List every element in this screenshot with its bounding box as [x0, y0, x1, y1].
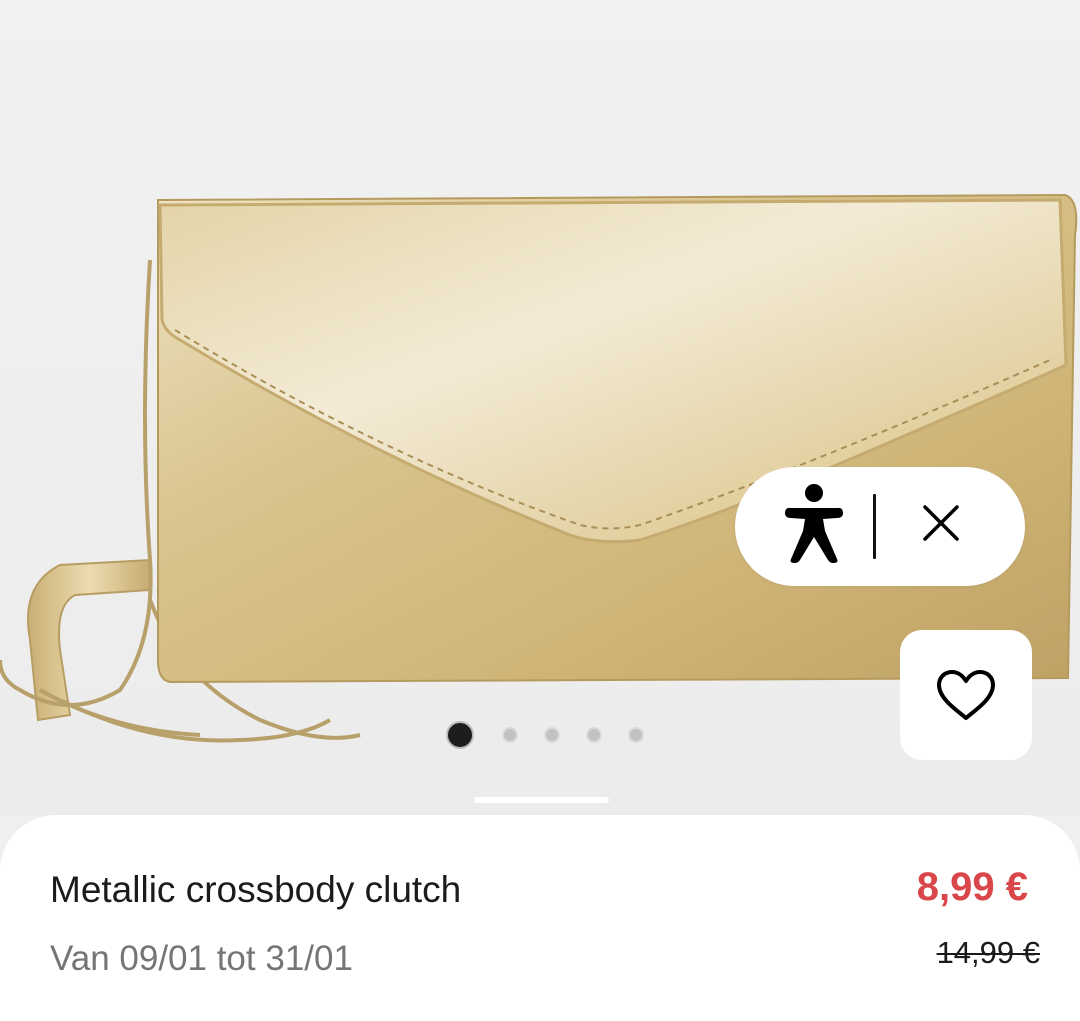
close-icon[interactable] [921, 503, 961, 543]
carousel-dot[interactable] [628, 727, 644, 743]
sheet-drag-handle[interactable] [474, 797, 609, 803]
accessibility-person-icon[interactable] [783, 483, 845, 563]
carousel-dot[interactable] [586, 727, 602, 743]
availability-dates: Van 09/01 tot 31/01 [50, 939, 353, 978]
pill-divider [873, 494, 876, 559]
accessibility-widget [735, 467, 1025, 586]
original-price: 14,99 € [936, 935, 1040, 970]
heart-outline-icon [937, 670, 995, 720]
carousel-dot-active[interactable] [446, 721, 474, 749]
product-info-sheet: Metallic crossbody clutch Van 09/01 tot … [0, 815, 1080, 1021]
carousel-dot[interactable] [502, 727, 518, 743]
carousel-dot[interactable] [544, 727, 560, 743]
product-title: Metallic crossbody clutch [50, 869, 462, 910]
sale-price: 8,99 € [916, 865, 1028, 909]
favorite-button[interactable] [900, 630, 1032, 760]
